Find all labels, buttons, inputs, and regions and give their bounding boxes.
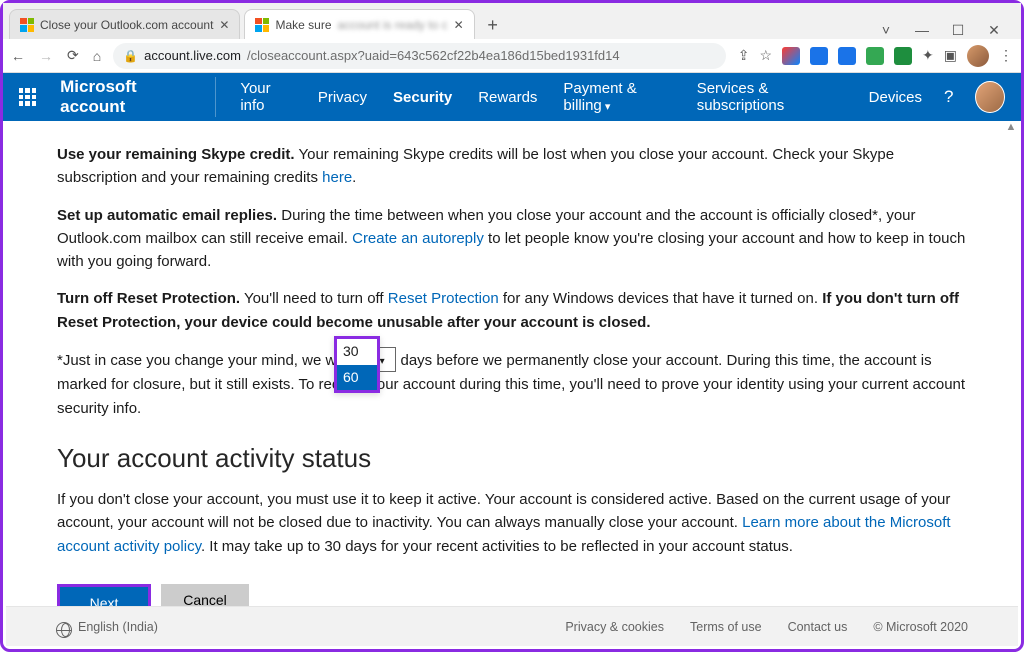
reading-list-icon[interactable]: ▣ [944,47,957,64]
ms-logo-icon [255,18,269,32]
url-host: account.live.com [144,48,241,63]
wait-option-60[interactable]: 60 [337,365,377,391]
home-button[interactable]: ⌂ [93,48,101,64]
help-icon[interactable]: ? [944,87,953,107]
microsoft-nav: Microsoft account Your info Privacy Secu… [3,73,1021,121]
footer-contact-link[interactable]: Contact us [788,620,848,634]
tab-title: Make sure [275,18,331,32]
extension-icon[interactable] [810,47,828,65]
tab-title: Close your Outlook.com account [40,18,213,32]
close-icon[interactable]: ✕ [219,18,229,32]
reset-text-1: You'll need to turn off [240,290,388,307]
star-icon[interactable]: ☆ [759,47,772,64]
wait-text-1: *Just in case you change your mind, we w… [57,352,356,369]
activity-status-heading: Your account activity status [57,438,967,478]
autoreply-heading: Set up automatic email replies. [57,207,277,224]
menu-icon[interactable]: ⋮ [999,47,1013,64]
extension-icon[interactable] [866,47,884,65]
create-autoreply-link[interactable]: Create an autoreply [352,230,484,247]
maximize-button[interactable]: ☐ [947,22,969,39]
minimize-button[interactable]: — [911,22,933,39]
page-footer: English (India) Privacy & cookies Terms … [6,606,1018,646]
app-launcher-icon[interactable] [19,88,36,106]
nav-services[interactable]: Services & subscriptions [697,80,847,114]
nav-back-button[interactable]: ← [11,48,25,64]
reset-protection-link[interactable]: Reset Protection [388,290,499,307]
reset-text-2: for any Windows devices that have it tur… [499,290,823,307]
url-path: /closeaccount.aspx?uaid=643c562cf22b4ea1… [247,48,620,63]
browser-tab-strip: Close your Outlook.com account ✕ Make su… [3,3,1021,39]
page-content: Use your remaining Skype credit. Your re… [3,121,1021,609]
skype-here-link[interactable]: here [322,169,352,186]
close-icon[interactable]: ✕ [454,18,464,32]
window-controls: ˅ — ☐ ✕ [875,22,1015,39]
language-selector[interactable]: English (India) [78,620,158,634]
wait-days-dropdown[interactable]: 30 60 [334,336,380,393]
status-text-2: . It may take up to 30 days for your rec… [201,538,793,555]
extension-icon[interactable] [838,47,856,65]
nav-payment-billing[interactable]: Payment & billing [563,80,672,114]
lock-icon: 🔒 [123,49,138,63]
wait-option-30[interactable]: 30 [337,339,377,365]
brand-label[interactable]: Microsoft account [60,77,216,117]
extension-icon[interactable] [782,47,800,65]
reload-button[interactable]: ⟳ [67,47,79,64]
extensions-icon[interactable]: ✦ [922,47,934,64]
browser-tab-2[interactable]: Make sure account is ready to c ✕ [244,9,474,39]
nav-your-info[interactable]: Your info [240,80,292,114]
nav-forward-button[interactable]: → [39,48,53,64]
nav-security[interactable]: Security [393,89,452,106]
nav-devices[interactable]: Devices [869,89,922,106]
toolbar-icons: ⇪ ☆ ✦ ▣ ⋮ [738,45,1013,67]
profile-avatar[interactable] [967,45,989,67]
nav-rewards[interactable]: Rewards [478,89,537,106]
address-bar: ← → ⟳ ⌂ 🔒 account.live.com/closeaccount.… [3,39,1021,73]
globe-icon [56,622,72,638]
chevron-down-icon[interactable]: ˅ [875,22,897,39]
account-avatar[interactable] [975,81,1005,113]
browser-tab-1[interactable]: Close your Outlook.com account ✕ [9,9,240,39]
close-window-button[interactable]: ✕ [983,22,1005,39]
skype-heading: Use your remaining Skype credit. [57,146,295,163]
footer-privacy-link[interactable]: Privacy & cookies [565,620,664,634]
share-icon[interactable]: ⇪ [738,47,750,64]
nav-privacy[interactable]: Privacy [318,89,367,106]
footer-copyright: © Microsoft 2020 [873,620,968,634]
reset-heading: Turn off Reset Protection. [57,290,240,307]
ms-logo-icon [20,18,34,32]
new-tab-button[interactable]: + [479,11,507,39]
url-input[interactable]: 🔒 account.live.com/closeaccount.aspx?uai… [113,43,726,69]
footer-terms-link[interactable]: Terms of use [690,620,762,634]
extension-icon[interactable] [894,47,912,65]
